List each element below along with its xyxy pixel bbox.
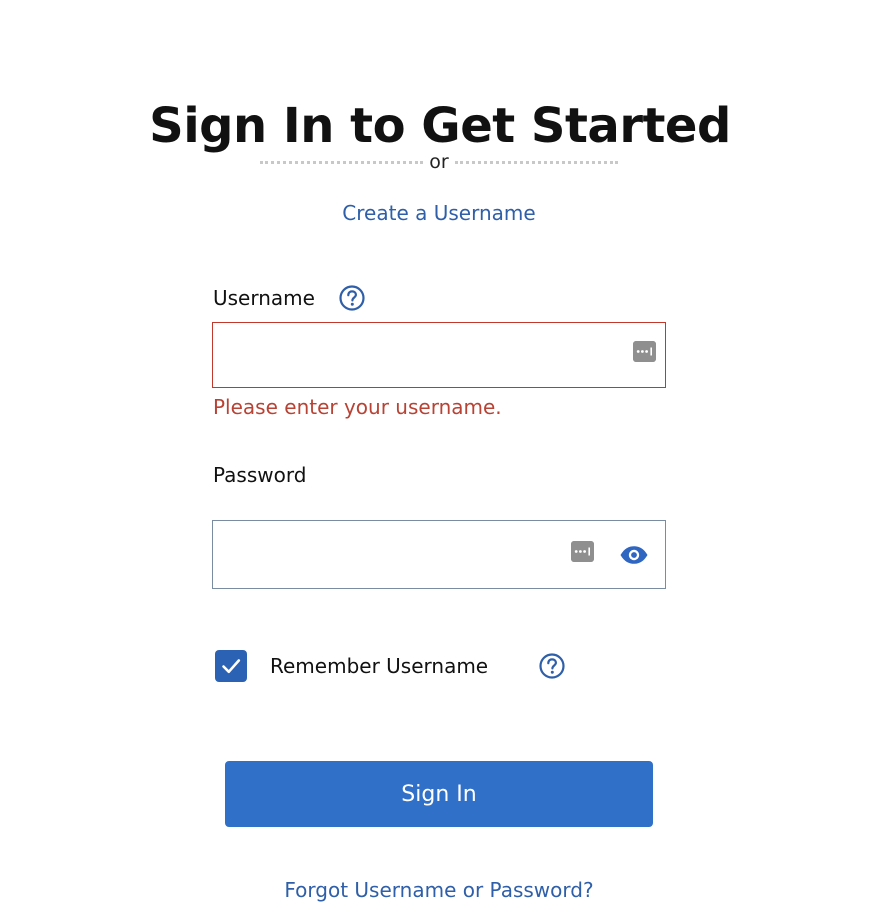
username-field-box bbox=[212, 322, 666, 388]
password-manager-key-icon[interactable] bbox=[633, 341, 656, 362]
create-username-link[interactable]: Create a Username bbox=[0, 198, 878, 228]
password-input[interactable] bbox=[213, 521, 553, 588]
divider-line-left bbox=[260, 160, 424, 164]
or-divider: or bbox=[260, 148, 618, 176]
remember-username-label[interactable]: Remember Username bbox=[270, 651, 488, 681]
check-icon bbox=[222, 659, 241, 674]
username-help-icon[interactable] bbox=[339, 285, 365, 311]
divider-or-text: or bbox=[429, 151, 449, 173]
show-password-eye-icon[interactable] bbox=[619, 545, 649, 565]
username-error-message: Please enter your username. bbox=[213, 395, 502, 419]
divider-line-right bbox=[454, 160, 618, 164]
password-manager-key-icon[interactable] bbox=[571, 541, 594, 562]
sign-in-button[interactable]: Sign In bbox=[225, 761, 653, 827]
password-label: Password bbox=[213, 463, 307, 487]
password-field-box bbox=[212, 520, 666, 589]
username-input[interactable] bbox=[213, 323, 593, 387]
remember-username-checkbox[interactable] bbox=[215, 650, 247, 682]
username-label: Username bbox=[213, 286, 315, 310]
remember-help-icon[interactable] bbox=[539, 653, 565, 679]
forgot-credentials-link[interactable]: Forgot Username or Password? bbox=[0, 875, 878, 905]
